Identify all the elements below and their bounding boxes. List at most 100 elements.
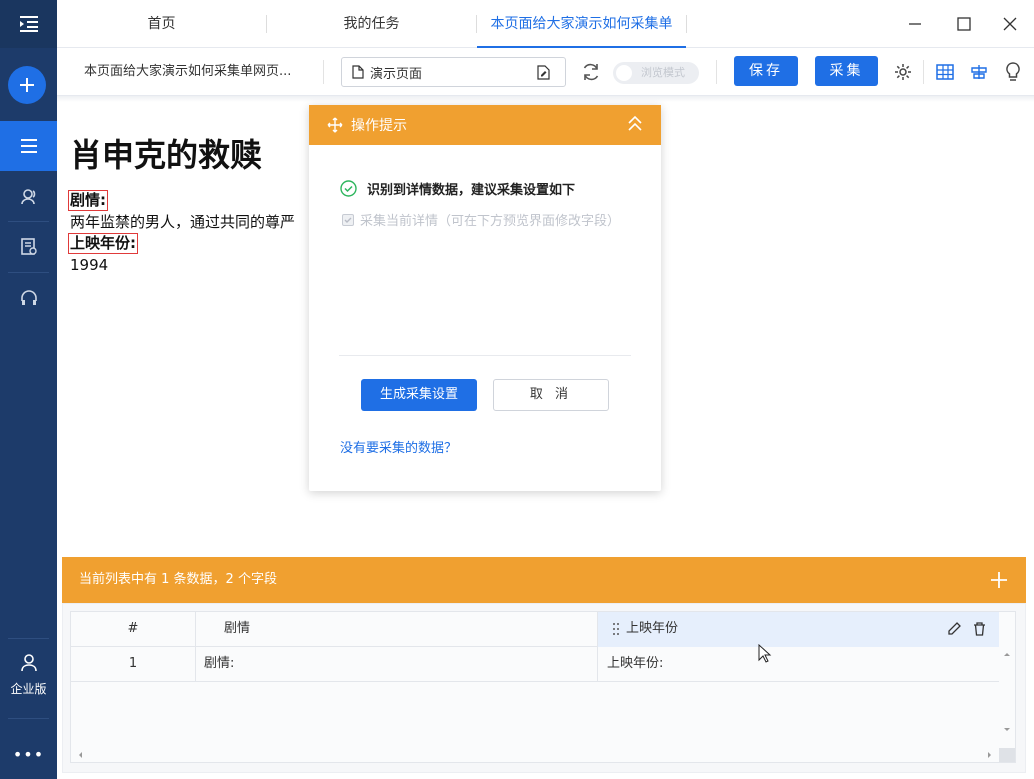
more-button[interactable]: ••• [0,745,57,764]
data-summary: 当前列表中有 1 条数据，2 个字段 [79,572,277,587]
year-label[interactable]: 上映年份: [68,233,138,254]
sidebar-item-support[interactable] [0,273,57,323]
close-icon [1003,17,1017,31]
menu-collapse-icon [19,16,38,32]
enterprise-label: 企业版 [10,682,47,696]
cursor-icon [758,644,772,663]
table-row[interactable]: 1 剧情: 上映年份: [71,647,999,682]
dialog-title: 操作提示 [351,118,407,134]
dialog-header[interactable]: 操作提示 [309,105,661,145]
collect-button[interactable]: 采集 [815,56,878,86]
data-panel-header: 当前列表中有 1 条数据，2 个字段 [62,557,1026,603]
row-plot-cell[interactable]: 剧情: [196,647,598,682]
drag-handle-icon[interactable] [612,622,620,636]
sidebar-item-tasks[interactable] [0,121,57,171]
url-value: 演示页面 [370,66,423,82]
edit-icon[interactable] [948,622,961,636]
refresh-button[interactable] [579,60,603,84]
new-task-button[interactable] [8,66,46,104]
users-icon [20,189,35,205]
row-year-cell[interactable]: 上映年份: [598,647,999,682]
flow-view-button[interactable] [967,60,991,84]
gear-icon [895,64,911,80]
save-button[interactable]: 保存 [734,56,798,86]
sidebar-item-data[interactable] [0,222,57,272]
toolbar: 本页面给大家演示如何采集单网页... 演示页面 浏览模式 保存 采集 [57,48,1034,96]
enterprise-edition[interactable]: 企业版 [0,650,57,697]
sidebar-item-users[interactable] [0,172,57,222]
tab-my-tasks[interactable]: 我的任务 [267,0,476,48]
move-icon[interactable] [327,117,343,133]
page-icon [352,65,364,79]
movie-title[interactable]: 肖申克的救赎 [70,130,262,176]
toolbar-separator [323,60,324,84]
flowchart-icon [971,65,987,79]
menu-toggle[interactable] [0,0,57,48]
refresh-icon [583,63,599,81]
page-shadow [57,96,1034,102]
maximize-button[interactable] [952,12,976,36]
plus-icon [20,78,34,92]
year-value[interactable]: 1994 [70,255,108,275]
left-sidebar: 企业版 ••• [0,0,57,779]
toolbar-separator [923,60,924,84]
generate-settings-button[interactable]: 生成采集设置 [361,379,477,411]
detection-status: 识别到详情数据，建议采集设置如下 [340,179,575,198]
sidebar-divider [8,718,49,719]
lightbulb-icon [1006,62,1020,81]
browse-mode-toggle[interactable]: 浏览模式 [613,62,699,84]
check-circle-icon [340,180,357,197]
minimize-icon [909,23,921,25]
row-index: 1 [71,647,196,682]
collapse-icon[interactable] [627,115,643,133]
plot-text[interactable]: 两年监禁的男人，通过共同的尊严 [70,212,295,232]
document-check-icon [20,238,37,255]
plot-label[interactable]: 剧情: [68,190,108,211]
detection-text: 识别到详情数据，建议采集设置如下 [367,183,576,198]
operation-tips-dialog: 操作提示 识别到详情数据，建议采集设置如下 采集当前详情（可在下方预览界面修改字… [309,105,661,491]
cancel-button[interactable]: 取 消 [493,379,609,411]
settings-button[interactable] [891,60,915,84]
tab-bar: 首页 我的任务 本页面给大家演示如何采集单 [57,0,1034,48]
col-plot-header[interactable]: 剧情 [196,612,598,647]
scrollbar-corner [999,748,1015,762]
user-icon [20,654,37,672]
url-field[interactable]: 演示页面 [341,57,566,87]
table-view-button[interactable] [933,60,957,84]
vertical-scrollbar[interactable] [999,647,1015,760]
scroll-down-icon[interactable] [999,725,1015,735]
col-index-header: # [71,612,196,647]
data-grid: # 剧情 上映年份 1 剧情: 上映年份: [70,611,1016,763]
scroll-up-icon[interactable] [999,649,1015,659]
horizontal-scrollbar[interactable] [71,748,999,762]
browse-mode-label: 浏览模式 [641,66,685,79]
grid-header-row: # 剧情 上映年份 [71,612,999,647]
table-icon [936,64,954,80]
scroll-right-icon[interactable] [985,748,995,762]
checkmark-icon [344,217,352,223]
edit-page-icon[interactable] [537,65,551,80]
dialog-divider [339,355,631,356]
list-icon [20,139,37,153]
no-data-link[interactable]: 没有要采集的数据？ [340,437,457,456]
toolbar-separator [716,60,717,84]
add-field-icon[interactable] [990,571,1008,589]
task-title: 本页面给大家演示如何采集单网页... [84,64,292,79]
scroll-left-icon[interactable] [75,748,85,762]
close-button[interactable] [998,12,1022,36]
tab-home[interactable]: 首页 [57,0,266,48]
option-text: 采集当前详情（可在下方预览界面修改字段） [360,214,621,229]
trash-icon[interactable] [973,622,986,636]
tab-separator [686,15,687,33]
maximize-icon [957,17,971,31]
col-year-label: 上映年份 [626,621,679,636]
collect-detail-option[interactable]: 采集当前详情（可在下方预览界面修改字段） [342,211,632,232]
headset-icon [20,290,37,305]
option-checkbox[interactable] [342,214,354,226]
sidebar-divider [8,638,49,639]
tips-button[interactable] [1001,60,1025,84]
col-year-header[interactable]: 上映年份 [598,612,999,647]
minimize-button[interactable] [903,12,927,36]
toggle-knob [616,65,632,81]
tab-current-task[interactable]: 本页面给大家演示如何采集单 [477,0,686,48]
